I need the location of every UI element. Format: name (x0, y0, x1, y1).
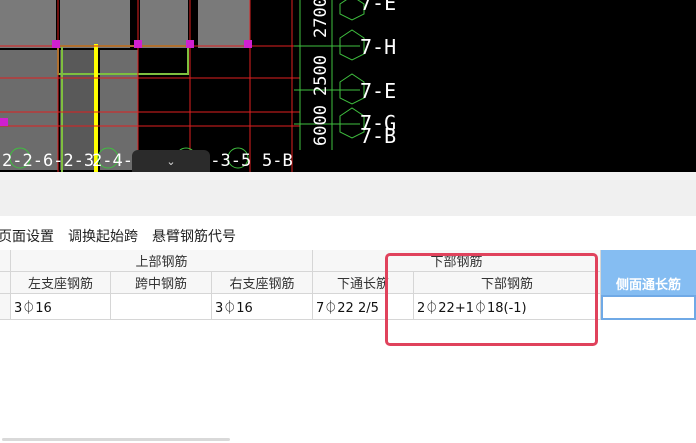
column-header-bottom-rebar[interactable]: 下部钢筋 (414, 272, 601, 294)
axis-label: 7-H (360, 35, 396, 59)
row-header-cell[interactable] (0, 294, 11, 320)
cell-side-through[interactable] (601, 295, 696, 320)
cad-drawing-area[interactable]: 2700 2500 6000 7-E 7-H 7-E 7-G 7-B 2-2-6… (0, 0, 696, 172)
column-block (0, 0, 56, 48)
cell-left-support[interactable]: 3⏀16 (11, 294, 111, 320)
group-header-bottom-rebar: 下部钢筋 (313, 250, 601, 272)
column-block (198, 0, 250, 48)
column-marker (186, 40, 194, 48)
row-header-cell (0, 250, 11, 272)
column-marker (52, 40, 60, 48)
column-header-left-support[interactable]: 左支座钢筋 (11, 272, 111, 294)
cell-mid-span[interactable] (111, 294, 212, 320)
column-header-bottom-through[interactable]: 下通长筋 (313, 272, 414, 294)
cad-canvas[interactable]: 2700 2500 6000 7-E 7-H 7-E 7-G 7-B 2-2-6… (0, 0, 696, 172)
panel-collapse-handle[interactable]: ⌄ (132, 150, 210, 172)
column-marker (244, 40, 252, 48)
row-header-cell (0, 272, 11, 294)
dimension-text: 2700 (311, 0, 331, 38)
group-header-top-rebar: 上部钢筋 (11, 250, 313, 272)
dimension-text: 6000 (311, 105, 331, 146)
rebar-table: 上部钢筋 下部钢筋 左支座钢筋 跨中钢筋 右支座钢筋 下通长筋 下部钢筋 3⏀1… (0, 250, 696, 322)
cantilever-rebar-code-button[interactable]: 悬臂钢筋代号 (152, 226, 236, 246)
swap-start-span-button[interactable]: 调换起始跨 (68, 226, 138, 246)
cell-bottom-rebar[interactable]: 2⏀22+1⏀18(-1) (414, 294, 601, 320)
column-marker (134, 40, 142, 48)
column-block (60, 0, 130, 48)
axis-label: 7-E (360, 0, 396, 15)
chevron-down-icon: ⌄ (166, 154, 176, 168)
dimension-text: 2500 (311, 55, 331, 96)
column-header-mid-span[interactable]: 跨中钢筋 (111, 272, 212, 294)
horizontal-scrollbar[interactable] (2, 438, 230, 441)
toolbar: 页面设置 调换起始跨 悬臂钢筋代号 (0, 226, 250, 246)
column-block (140, 0, 188, 48)
column-marker (0, 118, 8, 126)
cell-right-support[interactable]: 3⏀16 (212, 294, 313, 320)
panel-divider (0, 172, 696, 180)
axis-label: 2-2-6-2-3 (2, 151, 94, 171)
column-header-right-support[interactable]: 右支座钢筋 (212, 272, 313, 294)
column-header-side-through[interactable]: 侧面通长筋 (601, 272, 696, 294)
cell-bottom-through[interactable]: 7⏀22 2/5 (313, 294, 414, 320)
page-setup-button[interactable]: 页面设置 (0, 226, 54, 246)
toolbar-background (0, 180, 696, 216)
axis-label: 5-B (262, 151, 293, 171)
axis-label: 7-B (360, 124, 396, 148)
axis-label: 7-E (360, 79, 396, 103)
